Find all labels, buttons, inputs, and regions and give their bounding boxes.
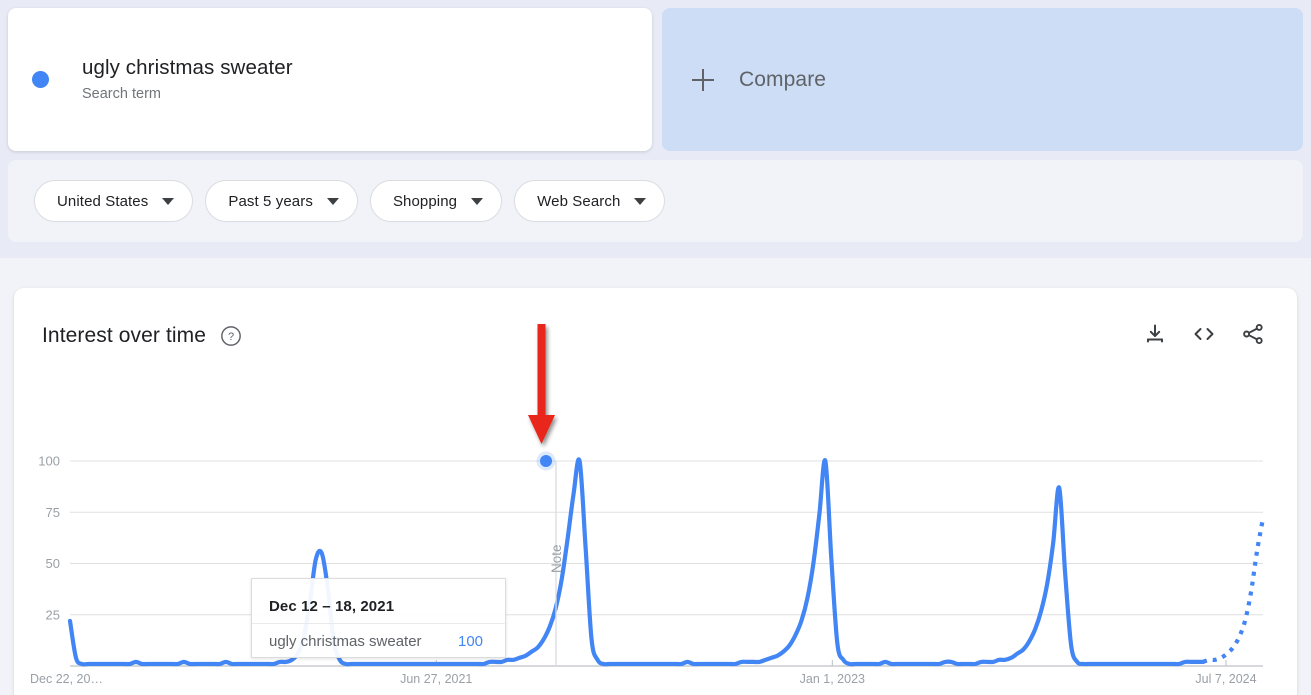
tooltip-date: Dec 12 – 18, 2021 — [269, 598, 395, 615]
interest-over-time-card: Interest over time ? 25 50 75 100 Dec 22… — [14, 288, 1297, 695]
filter-search-type[interactable]: Web Search — [514, 180, 666, 222]
chart-tooltip: Dec 12 – 18, 2021 ugly christmas sweater… — [251, 578, 507, 658]
search-terms-row: ugly christmas sweater Search term Compa… — [8, 8, 1303, 151]
filter-location[interactable]: United States — [34, 180, 194, 222]
filter-category[interactable]: Shopping — [369, 180, 503, 222]
filter-search-type-label: Web Search — [537, 192, 621, 210]
x-axis-tick-label: Jul 7, 2024 — [1195, 672, 1256, 686]
chevron-down-icon — [471, 197, 484, 205]
y-axis-tick-label: 100 — [38, 454, 60, 469]
tooltip-value: 100 — [458, 633, 484, 650]
trend-line-partial — [1202, 518, 1266, 664]
filter-time-range[interactable]: Past 5 years — [205, 180, 358, 222]
chevron-down-icon — [326, 197, 339, 205]
y-axis-tick-label: 50 — [46, 556, 60, 571]
x-axis-tick-label: Jan 1, 2023 — [800, 672, 865, 686]
series-color-dot — [32, 71, 49, 88]
search-term-texts: ugly christmas sweater Search term — [82, 55, 293, 104]
interest-over-time-plot[interactable]: 25 50 75 100 Dec 22, 20… Jun 27, 2021 Jan 1, 2… — [14, 288, 1297, 695]
x-axis-tick-label: Dec 22, 20… — [30, 672, 103, 686]
y-axis-tick-label: 25 — [46, 607, 60, 622]
search-term-label: ugly christmas sweater — [82, 56, 293, 79]
chevron-down-icon — [162, 197, 175, 205]
x-axis-tick-label: Jun 27, 2021 — [400, 672, 472, 686]
plus-icon — [692, 68, 714, 91]
note-marker-label[interactable]: Note — [549, 544, 564, 573]
tooltip-series-label: ugly christmas sweater — [269, 633, 422, 650]
search-term-card[interactable]: ugly christmas sweater Search term — [8, 8, 652, 151]
y-axis-tick-label: 75 — [46, 505, 60, 520]
tooltip-divider — [252, 623, 507, 624]
chevron-down-icon — [634, 197, 647, 205]
filter-time-range-label: Past 5 years — [228, 192, 313, 210]
google-trends-page: ugly christmas sweater Search term Compa… — [0, 0, 1311, 695]
trend-line — [67, 457, 1206, 667]
highlight-point[interactable] — [540, 455, 553, 467]
compare-button[interactable]: Compare — [662, 8, 1303, 151]
search-term-type: Search term — [82, 86, 161, 102]
filter-bar: United States Past 5 years Shopping Web … — [8, 160, 1303, 242]
filter-category-label: Shopping — [392, 192, 458, 210]
compare-label: Compare — [739, 67, 827, 91]
filter-location-label: United States — [57, 192, 149, 210]
